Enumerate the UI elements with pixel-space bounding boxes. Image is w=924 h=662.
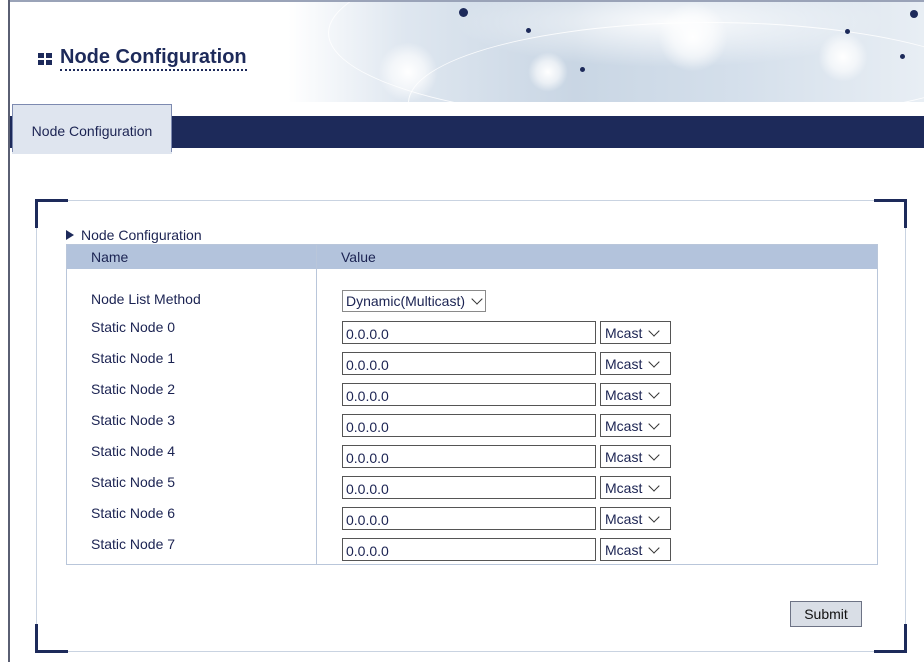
static-node-2-ip-input[interactable] [342,383,596,406]
header-banner-art [288,2,924,102]
static-node-4-mode-select[interactable]: Mcast [600,445,671,468]
chevron-down-icon [648,386,661,399]
node-list-method-value: Dynamic(Multicast) [346,293,466,309]
chevron-down-icon [648,448,661,461]
static-node-2-mode-select[interactable]: Mcast [600,383,671,406]
static-node-7-label: Static Node 7 [91,536,176,552]
static-node-4-label: Static Node 4 [91,443,176,459]
section-heading: Node Configuration [66,227,202,243]
static-node-5-mode-select[interactable]: Mcast [600,476,671,499]
tab-active-indicator [12,152,172,154]
static-node-6-mode-value: Mcast [605,510,643,527]
static-node-4-ip-input[interactable] [342,445,596,468]
table-header: Name Value [67,245,877,269]
static-node-6-ip-input[interactable] [342,507,596,530]
static-node-7-ip-input[interactable] [342,538,596,561]
chevron-down-icon [471,293,483,305]
static-node-1-ip-input[interactable] [342,352,596,375]
panel-corner [874,624,907,653]
static-node-1-label: Static Node 1 [91,350,176,366]
static-node-6-label: Static Node 6 [91,505,176,521]
static-node-3-label: Static Node 3 [91,412,176,428]
panel-corner [35,199,68,228]
node-list-method-select[interactable]: Dynamic(Multicast) [342,290,487,312]
page-header: Node Configuration [10,2,924,102]
static-node-0-mode-select[interactable]: Mcast [600,321,671,344]
config-table: Name Value Node List Method Dynamic(Mult… [66,244,878,565]
chevron-down-icon [648,541,661,554]
grid-icon [38,52,52,65]
static-node-0-mode-value: Mcast [605,324,643,341]
static-node-3-ip-input[interactable] [342,414,596,437]
static-node-0-ip-input[interactable] [342,321,596,344]
static-node-1-mode-value: Mcast [605,355,643,372]
static-node-5-label: Static Node 5 [91,474,176,490]
submit-button[interactable]: Submit [790,601,862,627]
column-header-name: Name [91,249,129,265]
static-node-5-ip-input[interactable] [342,476,596,499]
static-node-5-mode-value: Mcast [605,479,643,496]
static-node-2-label: Static Node 2 [91,381,176,397]
chevron-down-icon [648,355,661,368]
static-node-4-mode-value: Mcast [605,448,643,465]
tab-node-configuration[interactable]: Node Configuration [12,104,172,154]
static-node-0-label: Static Node 0 [91,319,176,335]
section-title: Node Configuration [81,227,202,243]
panel-corner [35,624,68,653]
node-list-method-label: Node List Method [91,291,201,307]
column-header-value: Value [341,249,376,265]
triangle-right-icon [66,230,74,240]
page-title-group: Node Configuration [38,46,247,71]
static-node-6-mode-select[interactable]: Mcast [600,507,671,530]
page-title: Node Configuration [60,46,247,71]
chevron-down-icon [648,479,661,492]
chevron-down-icon [648,510,661,523]
static-node-3-mode-select[interactable]: Mcast [600,414,671,437]
chevron-down-icon [648,324,661,337]
panel-corner [874,199,907,228]
chevron-down-icon [648,417,661,430]
static-node-3-mode-value: Mcast [605,417,643,434]
static-node-2-mode-value: Mcast [605,386,643,403]
static-node-7-mode-value: Mcast [605,541,643,558]
static-node-1-mode-select[interactable]: Mcast [600,352,671,375]
static-node-7-mode-select[interactable]: Mcast [600,538,671,561]
column-divider [316,245,317,564]
